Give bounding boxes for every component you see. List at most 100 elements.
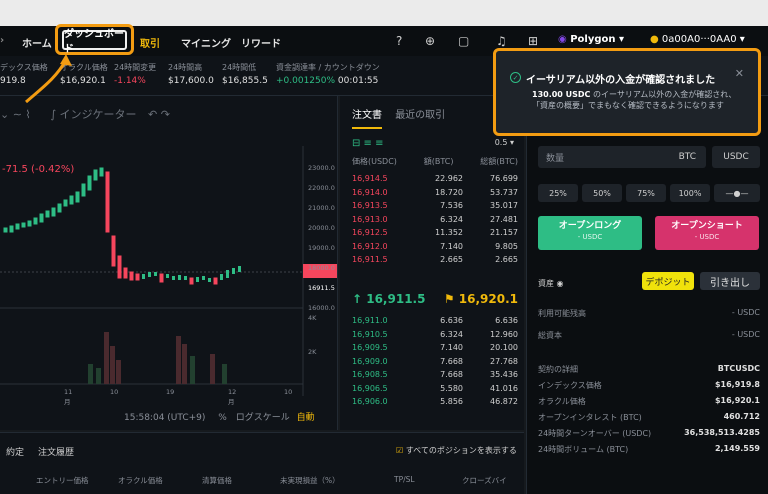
turnover-row: 24時間ターンオーバー (USDC) 36,538,513.4285 [538, 428, 760, 438]
orderbook-amount: 22.962 [435, 174, 463, 183]
apps-icon[interactable]: ⊞ [528, 34, 538, 48]
orderbook-amount: 5.580 [440, 383, 463, 393]
withdraw-button[interactable]: 引き出し [700, 272, 760, 290]
orderbook-row[interactable]: 16,906.0 5.856 46.872 [352, 395, 518, 408]
nav-dashboard[interactable]: ダッシュボード [62, 29, 127, 55]
log-toggle[interactable]: ログスケール [236, 413, 290, 423]
orderbook-row[interactable]: 16,912.0 7.140 9.805 [352, 240, 518, 253]
pct-toggle[interactable]: % [218, 413, 227, 423]
orderbook-price: 16,913.0 [352, 214, 388, 224]
step-selector[interactable]: 0.5 ▾ [495, 138, 514, 147]
orderbook-price: 16,912.5 [352, 228, 388, 237]
bell-icon[interactable]: ♫ [496, 34, 507, 48]
help-icon[interactable]: ? [396, 34, 402, 48]
orderbook-amount: 7.668 [440, 356, 463, 366]
orderbook: 注文書 最近の取引 ⊟ ≡ ≡ 0.5 ▾ 価格(USDC) 額(BTC) 総額… [340, 96, 524, 430]
show-all-checkbox[interactable]: ☑ すべてのポジションを表示する [396, 445, 517, 456]
nav-rewards[interactable]: リワード [241, 35, 281, 50]
volume-axis-4k: 4K [308, 314, 317, 322]
orderbook-row[interactable]: 16,911.0 6.636 6.636 [352, 314, 518, 327]
col-price: 価格(USDC) [352, 157, 397, 166]
orderbook-total: 2.665 [495, 255, 518, 264]
pct-50-button[interactable]: 50% [582, 184, 622, 202]
tab-fills[interactable]: 約定 [6, 445, 24, 458]
orderbook-row[interactable]: 16,913.0 6.324 27.481 [352, 213, 518, 226]
orderbook-row[interactable]: 16,909.5 7.140 20.100 [352, 341, 518, 354]
orderbook-row[interactable]: 16,910.5 6.324 12.960 [352, 328, 518, 341]
orderbook-total: 12.960 [490, 329, 518, 339]
close-icon[interactable]: ✕ [735, 67, 744, 80]
total-row: 総資本 - USDC [538, 330, 760, 340]
wallet-selector[interactable]: ● 0a00A0···0AA0 ▾ [650, 34, 745, 45]
pct-75-button[interactable]: 75% [626, 184, 666, 202]
orderbook-row[interactable]: 16,908.5 7.668 35.436 [352, 368, 518, 381]
orderbook-row[interactable]: 16,906.5 5.580 41.016 [352, 382, 518, 395]
orderbook-amount: 7.536 [440, 201, 463, 210]
orderbook-total: 53.737 [490, 187, 518, 197]
network-selector[interactable]: ◉ Polygon ▾ [558, 34, 624, 45]
orderbook-total: 20.100 [490, 343, 518, 352]
check-icon: ✓ [510, 72, 521, 83]
orderbook-amount: 7.140 [440, 343, 463, 352]
orderbook-amount: 7.668 [440, 370, 463, 379]
available-row: 利用可能残高 - USDC [538, 308, 760, 318]
polygon-icon: ◉ [558, 34, 567, 45]
orderbook-price: 16,910.5 [352, 329, 388, 339]
ticker-low: 24時間低 $16,855.5 [222, 63, 268, 86]
oracle-row: オラクル価格 $16,920.1 [538, 396, 760, 406]
toast-body: 130.00 USDC のイーサリアム以外の入金が確認され、 「資産の概要」でま… [532, 90, 737, 110]
col-total: 総額(BTC) [480, 157, 518, 166]
orderbook-price: 16,913.5 [352, 201, 388, 210]
deposit-button[interactable]: デポジット [642, 272, 694, 290]
orderbook-total: 9.805 [495, 241, 518, 251]
contract-row: 契約の詳細 BTCUSDC [538, 364, 760, 374]
tab-recent-trades[interactable]: 最近の取引 [395, 110, 445, 121]
unit-usdc-toggle[interactable]: USDC [712, 146, 760, 168]
orderbook-amount: 5.856 [440, 397, 463, 406]
price-chart[interactable]: ⌄ ∼ ⌇ ∫ インジケーター ↶ ↷ -71.5 (-0.42%) 23000… [0, 96, 338, 430]
pct-25-button[interactable]: 25% [538, 184, 578, 202]
candles [3, 167, 104, 233]
eye-icon[interactable]: ◉ [557, 279, 564, 288]
nav-mining[interactable]: マイニング [181, 35, 231, 50]
orderbook-price: 16,909.5 [352, 343, 388, 352]
toast-title: イーサリアム以外の入金が確認されました [526, 75, 716, 86]
device-icon[interactable]: ▢ [458, 34, 469, 48]
orderbook-price: 16,906.0 [352, 397, 388, 406]
orderbook-total: 27.768 [490, 356, 518, 366]
open-long-button[interactable]: オープンロング - USDC [538, 216, 642, 250]
orderbook-row[interactable]: 16,912.5 11.352 21.157 [352, 226, 518, 239]
orderbook-row[interactable]: 16,914.5 22.962 76.699 [352, 172, 518, 185]
orderbook-row[interactable]: 16,913.5 7.536 35.017 [352, 199, 518, 212]
orderbook-price: 16,912.0 [352, 241, 388, 251]
nav-chevron-icon[interactable]: › [0, 35, 4, 46]
volume-axis-2k: 2K [308, 348, 317, 356]
orderbook-total: 35.436 [490, 370, 518, 379]
orderbook-row[interactable]: 16,909.0 7.668 27.768 [352, 355, 518, 368]
mid-price-row: ↑ 16,911.5 ⚑ 16,920.1 [352, 292, 518, 312]
open-short-button[interactable]: オープンショート - USDC [655, 216, 759, 250]
orderbook-total: 41.016 [490, 383, 518, 393]
orderbook-row[interactable]: 16,911.5 2.665 2.665 [352, 253, 518, 266]
tab-orderbook[interactable]: 注文書 [352, 110, 382, 129]
auto-toggle[interactable]: 自動 [297, 413, 315, 423]
positions-panel: 約定 注文履歴 ☑ すべてのポジションを表示する エントリー価格 オラクル価格 … [0, 432, 524, 494]
orderbook-row[interactable]: 16,914.0 18.720 53.737 [352, 186, 518, 199]
orderbook-total: 35.017 [490, 201, 518, 210]
slider-toggle-icon[interactable]: —●— [714, 184, 760, 202]
orderbook-total: 6.636 [495, 316, 518, 325]
orderbook-total: 76.699 [490, 174, 518, 183]
quantity-input[interactable]: 数量 BTC [538, 146, 706, 168]
oi-row: オープンインタレスト (BTC) 460.712 [538, 412, 760, 422]
tab-order-history[interactable]: 注文履歴 [38, 445, 74, 458]
mark-price: ⚑ 16,920.1 [443, 292, 518, 306]
nav-trade[interactable]: 取引 [140, 35, 160, 50]
globe-icon[interactable]: ⊕ [425, 34, 435, 48]
orderbook-view-icons[interactable]: ⊟ ≡ ≡ [352, 138, 384, 149]
wallet-avatar-icon: ● [650, 34, 659, 45]
pct-100-button[interactable]: 100% [670, 184, 710, 202]
assets-label: 資産 ◉ [538, 279, 564, 288]
orderbook-price: 16,909.0 [352, 356, 388, 366]
chart-footer: 15:58:04 (UTC+9) % ログスケール 自動 [124, 413, 315, 423]
orderbook-amount: 2.665 [440, 255, 463, 264]
